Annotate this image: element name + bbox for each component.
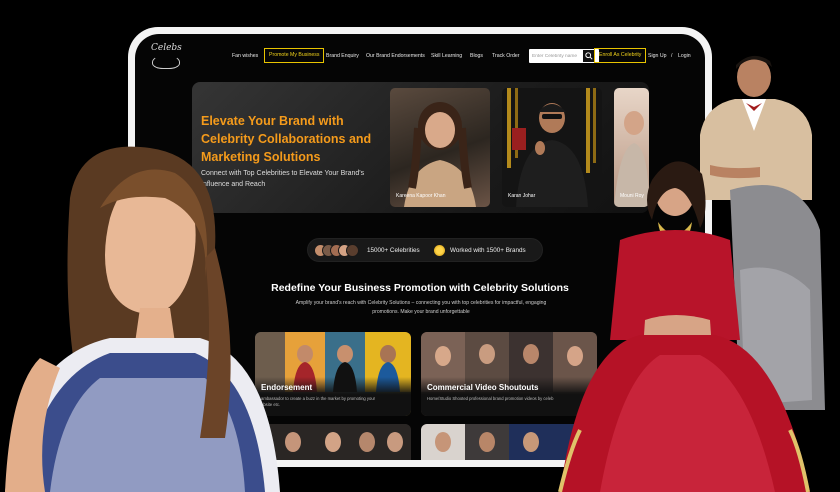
nav-blogs[interactable]: Blogs [470,53,483,59]
video-shoutouts-desc: Home/Studio Shooted professional brand p… [427,396,554,401]
celebrity-card[interactable]: Kareena Kapoor Khan [390,88,490,207]
celebrity-portrait-lehenga [558,161,825,492]
nav-brand-endorsements[interactable]: Our Brand Endorsements [366,53,425,59]
search-input[interactable] [529,50,583,62]
celebrity-search [529,49,599,63]
celebrity-photo [404,102,476,207]
top-navigation: Celebs Fan wishes Promote My Business Br… [135,34,705,80]
video-shoutouts-title: Commercial Video Shoutouts [427,383,539,392]
nav-sign-up[interactable]: Sign Up [648,53,666,59]
promote-business-button[interactable]: Promote My Business [264,48,325,63]
site-logo[interactable]: Celebs [151,43,182,70]
celebrities-count: 15000+ Celebrities [367,247,420,254]
celebrity-portrait-left [5,146,280,492]
nav-brand-enquiry[interactable]: Brand Enquiry [326,53,359,59]
celebrity-name: Kareena Kapoor Khan [396,193,446,199]
section-subtitle: Amplify your brand's reach with Celebrit… [295,300,547,315]
brands-count: Worked with 1500+ Brands [450,247,526,254]
logo-swirl-icon [152,55,180,69]
logo-text: Celebs [151,43,182,53]
nav-track-order[interactable]: Track Order [492,53,519,59]
celebrity-name: Karan Johar [508,193,536,199]
medal-icon [434,245,445,256]
stats-bar: 15000+ Celebrities Worked with 1500+ Bra… [307,238,543,262]
avatar [346,244,359,257]
nav-skill-learning[interactable]: Skill Learning [431,53,462,59]
nav-login[interactable]: Login [678,53,691,59]
enroll-celebrity-button[interactable]: Enroll As Celebrity [594,48,647,63]
nav-separator: / [671,53,673,59]
nav-fan-wishes[interactable]: Fan wishes [232,53,258,59]
